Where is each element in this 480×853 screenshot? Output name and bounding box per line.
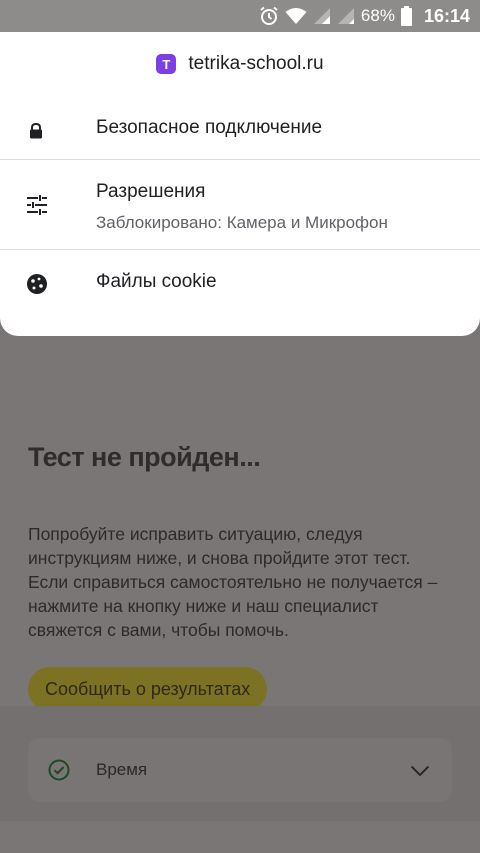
check-circle-icon [48, 759, 70, 786]
signal-icon [337, 7, 355, 25]
report-results-button[interactable]: Сообщить о результатах [28, 667, 268, 711]
alarm-icon [259, 6, 279, 26]
status-bar: 68% 16:14 [0, 0, 480, 32]
site-favicon: T [156, 54, 177, 74]
battery-percent: 68% [360, 6, 395, 25]
cookies-item[interactable]: Файлы cookie [0, 250, 480, 314]
site-info-sheet: T tetrika-school.ru Безопасное подключен… [0, 32, 480, 336]
connection-security-item[interactable]: Безопасное подключение [0, 96, 480, 160]
sliders-icon [26, 194, 48, 221]
chevron-down-icon [410, 764, 430, 782]
signal-icon [313, 7, 331, 25]
cookie-icon [26, 273, 48, 300]
wifi-icon [285, 7, 307, 25]
clock: 16:14 [423, 5, 470, 26]
permissions-label: Разрешения [96, 181, 206, 202]
battery-icon [400, 6, 412, 26]
accordion-label: Время [96, 760, 148, 779]
lock-icon [26, 121, 46, 146]
connection-security-label: Безопасное подключение [96, 117, 323, 138]
accordion-item-time[interactable]: Время [28, 738, 452, 802]
page-title: Тест не пройден... [28, 442, 261, 472]
cookies-label: Файлы cookie [96, 271, 217, 292]
permissions-item[interactable]: Разрешения Заблокировано: Камера и Микро… [0, 160, 480, 249]
site-url: tetrika-school.ru [188, 53, 324, 74]
instructions-text: Попробуйте исправить ситуацию, следуя ин… [28, 524, 438, 640]
permissions-status: Заблокировано: Камера и Микрофон [96, 213, 388, 232]
site-info-header: T tetrika-school.ru [0, 32, 480, 96]
